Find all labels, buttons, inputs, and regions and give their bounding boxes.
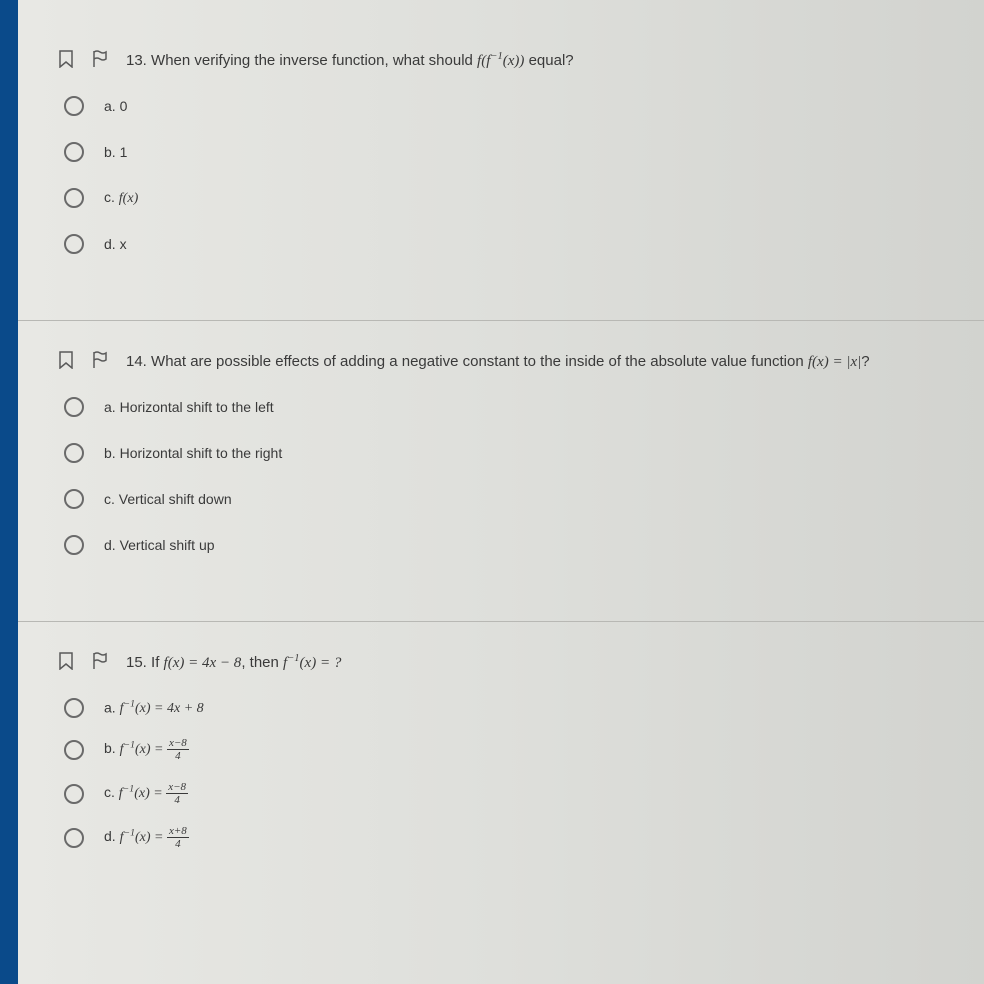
bookmark-icon[interactable]	[58, 351, 74, 369]
option-label: b. f−1(x) = x−84	[104, 738, 189, 762]
question-prefix: What are possible effects of adding a ne…	[151, 353, 808, 370]
question-math: f(x) = |x|	[808, 354, 861, 370]
radio-icon[interactable]	[64, 740, 84, 760]
question-header: 14. What are possible effects of adding …	[58, 351, 944, 373]
option-label: a. Horizontal shift to the left	[104, 399, 274, 415]
option-b[interactable]: b. 1	[64, 142, 944, 162]
question-suffix: equal?	[524, 52, 573, 69]
option-label: a. f−1(x) = 4x + 8	[104, 699, 204, 718]
option-label: c. Vertical shift down	[104, 491, 232, 507]
options-list: a. f−1(x) = 4x + 8 b. f−1(x) = x−84 c. f…	[58, 698, 944, 850]
option-d[interactable]: d. f−1(x) = x+84	[64, 826, 944, 850]
bookmark-icon[interactable]	[58, 50, 74, 68]
option-label: b. 1	[104, 144, 127, 160]
option-label: d. f−1(x) = x+84	[104, 826, 189, 850]
radio-icon[interactable]	[64, 142, 84, 162]
flag-icon[interactable]	[92, 351, 108, 369]
flag-icon[interactable]	[92, 50, 108, 68]
question-prefix: When verifying the inverse function, wha…	[151, 52, 477, 69]
radio-icon[interactable]	[64, 96, 84, 116]
question-text: 15. If f(x) = 4x − 8, then f−1(x) = ?	[126, 652, 944, 674]
question-header: 15. If f(x) = 4x − 8, then f−1(x) = ?	[58, 652, 944, 674]
options-list: a. 0 b. 1 c. f(x) d. x	[58, 96, 944, 254]
option-c[interactable]: c. Vertical shift down	[64, 489, 944, 509]
question-mid: , then	[241, 654, 283, 671]
radio-icon[interactable]	[64, 698, 84, 718]
option-label: d. x	[104, 236, 127, 252]
question-number: 14.	[126, 353, 147, 370]
radio-icon[interactable]	[64, 489, 84, 509]
question-prefix: If	[151, 654, 164, 671]
option-d[interactable]: d. Vertical shift up	[64, 535, 944, 555]
radio-icon[interactable]	[64, 828, 84, 848]
bookmark-icon[interactable]	[58, 652, 74, 670]
option-a[interactable]: a. Horizontal shift to the left	[64, 397, 944, 417]
radio-icon[interactable]	[64, 397, 84, 417]
radio-icon[interactable]	[64, 443, 84, 463]
option-label: a. 0	[104, 98, 127, 114]
option-label: b. Horizontal shift to the right	[104, 445, 282, 461]
radio-icon[interactable]	[64, 784, 84, 804]
option-label: d. Vertical shift up	[104, 537, 215, 553]
question-text: 13. When verifying the inverse function,…	[126, 50, 944, 72]
flag-icon[interactable]	[92, 652, 108, 670]
option-a[interactable]: a. 0	[64, 96, 944, 116]
question-suffix: ?	[861, 353, 869, 370]
question-13: 13. When verifying the inverse function,…	[18, 20, 984, 321]
question-number: 15.	[126, 654, 147, 671]
option-d[interactable]: d. x	[64, 234, 944, 254]
option-b[interactable]: b. f−1(x) = x−84	[64, 738, 944, 762]
option-label: c. f(x)	[104, 189, 138, 207]
question-math: f(x) = 4x − 8	[164, 655, 242, 671]
option-a[interactable]: a. f−1(x) = 4x + 8	[64, 698, 944, 718]
question-math2: f−1(x) = ?	[283, 655, 341, 671]
question-number: 13.	[126, 52, 147, 69]
quiz-page: 13. When verifying the inverse function,…	[0, 0, 984, 984]
radio-icon[interactable]	[64, 535, 84, 555]
question-15: 15. If f(x) = 4x − 8, then f−1(x) = ? a.…	[18, 622, 984, 910]
question-text: 14. What are possible effects of adding …	[126, 351, 944, 373]
option-b[interactable]: b. Horizontal shift to the right	[64, 443, 944, 463]
option-label: c. f−1(x) = x−84	[104, 782, 188, 806]
question-header: 13. When verifying the inverse function,…	[58, 50, 944, 72]
question-14: 14. What are possible effects of adding …	[18, 321, 984, 622]
radio-icon[interactable]	[64, 234, 84, 254]
question-math: f(f−1(x))	[477, 53, 524, 69]
radio-icon[interactable]	[64, 188, 84, 208]
option-c[interactable]: c. f−1(x) = x−84	[64, 782, 944, 806]
options-list: a. Horizontal shift to the left b. Horiz…	[58, 397, 944, 555]
option-c[interactable]: c. f(x)	[64, 188, 944, 208]
